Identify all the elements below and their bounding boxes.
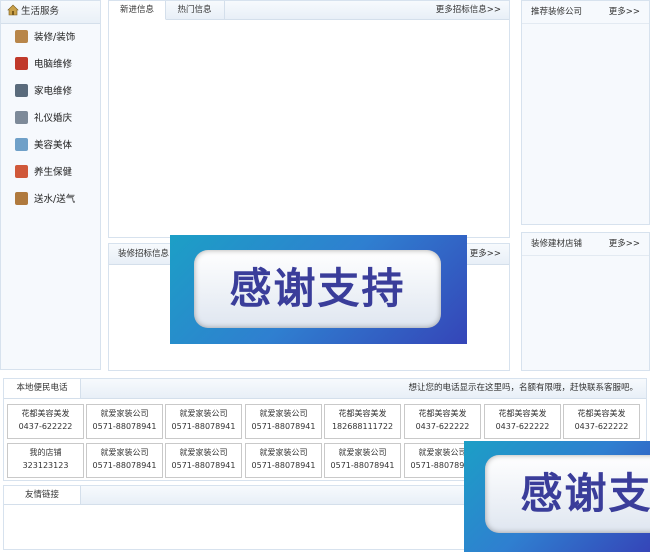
thanks-banner-text: 感谢支持 [194, 250, 441, 328]
phone-card-name: 花都美容美发 [21, 409, 70, 418]
sidebar-item-label: 养生保健 [34, 167, 73, 178]
sidebar-item-5[interactable]: 美容美体 [1, 132, 100, 159]
phone-card-name: 我的店铺 [29, 448, 62, 457]
phone-card-number: 0571-88078941 [251, 422, 316, 431]
life-service-title-text: 生活服务 [21, 6, 60, 17]
phone-card-name: 就爱家装公司 [100, 448, 149, 457]
sidebar-item-4[interactable]: 礼仪婚庆 [1, 105, 100, 132]
tender-more-link[interactable]: 更多>> [470, 244, 501, 264]
phone-card-name: 就爱家装公司 [100, 409, 149, 418]
sidebar-item-2[interactable]: 电脑维修 [1, 51, 100, 78]
phone-card-name: 就爱家装公司 [179, 448, 228, 457]
phone-card-name: 就爱家装公司 [338, 448, 387, 457]
wedding-icon [15, 111, 28, 124]
beauty-icon [15, 138, 28, 151]
tender-title: 装修招标信息 [118, 249, 170, 259]
sidebar-item-6[interactable]: 养生保健 [1, 159, 100, 186]
phone-card[interactable]: 就爱家装公司 0571-88078941 [86, 404, 163, 439]
phone-card[interactable]: 就爱家装公司 0571-88078941 [245, 443, 322, 478]
sidebar-item-label: 美容美体 [34, 140, 73, 151]
sidebar-item-label: 家电维修 [34, 86, 73, 97]
phone-card[interactable]: 就爱家装公司 0571-88078941 [245, 404, 322, 439]
links-title: 友情链接 [4, 486, 81, 504]
phone-card-number: 0571-88078941 [92, 422, 157, 431]
sidebar-item-label: 礼仪婚庆 [34, 113, 73, 124]
materials-more-link[interactable]: 更多>> [609, 233, 640, 255]
tab-new-info[interactable]: 新进信息 [109, 1, 166, 20]
phone-card-number: 0437-622222 [415, 422, 470, 431]
phone-card-number: 0437-622222 [495, 422, 550, 431]
phone-card-name: 就爱家装公司 [179, 409, 228, 418]
life-service-menu: 生活服务 装修/装饰电脑维修家电维修礼仪婚庆美容美体养生保健送水/送气 [0, 0, 101, 370]
phone-card-name: 花都美容美发 [418, 409, 467, 418]
phone-card-number: 182688111722 [331, 422, 394, 431]
phone-card-number: 0571-88078941 [171, 422, 236, 431]
phone-card-name: 花都美容美发 [338, 409, 387, 418]
sidebar-item-1[interactable]: 装修/装饰 [1, 24, 100, 51]
phones-header: 本地便民电话 想让您的电话显示在这里吗，名额有限哦，赶快联系客服吧。 [4, 379, 646, 399]
materials-header: 装修建材店铺 更多>> [522, 233, 649, 256]
phone-card[interactable]: 花都美容美发 0437-622222 [7, 404, 84, 439]
phone-card-number: 0571-88078941 [330, 461, 395, 470]
health-icon [15, 165, 28, 178]
thanks-banner-secondary-text: 感谢支持 [485, 455, 650, 533]
phone-card[interactable]: 花都美容美发 182688111722 [324, 404, 401, 439]
phone-card-name: 就爱家装公司 [259, 409, 308, 418]
phone-card[interactable]: 就爱家装公司 0571-88078941 [165, 443, 242, 478]
decoration-icon [15, 30, 28, 43]
phone-card[interactable]: 我的店铺 323123123 [7, 443, 84, 478]
sidebar-item-7[interactable]: 送水/送气 [1, 186, 100, 213]
materials-title: 装修建材店铺 [531, 239, 583, 249]
phone-card[interactable]: 花都美容美发 0437-622222 [484, 404, 561, 439]
tab-hot-info[interactable]: 热门信息 [165, 1, 225, 19]
person-icon [15, 57, 28, 70]
phone-card-number: 0437-622222 [18, 422, 73, 431]
phone-card-number: 0571-88078941 [171, 461, 236, 470]
recommended-title: 推荐装修公司 [531, 7, 583, 17]
appliance-icon [15, 84, 28, 97]
sidebar-item-label: 装修/装饰 [34, 32, 76, 43]
delivery-icon [15, 192, 28, 205]
news-tab-bar: 新进信息 热门信息 更多招标信息>> [109, 1, 509, 20]
house-icon [7, 3, 19, 16]
thanks-banner: 感谢支持 [170, 235, 467, 344]
phone-card[interactable]: 花都美容美发 0437-622222 [563, 404, 640, 439]
phone-card-number: 0437-622222 [574, 422, 629, 431]
more-tender-link[interactable]: 更多招标信息>> [436, 1, 501, 19]
materials-stores-panel: 装修建材店铺 更多>> [521, 232, 650, 371]
sidebar-item-3[interactable]: 家电维修 [1, 78, 100, 105]
life-service-title: 生活服务 [1, 1, 100, 24]
phone-card-name: 花都美容美发 [498, 409, 547, 418]
recommended-more-link[interactable]: 更多>> [609, 1, 640, 23]
recommended-companies-panel: 推荐装修公司 更多>> [521, 0, 650, 225]
news-panel: 新进信息 热门信息 更多招标信息>> [108, 0, 510, 238]
phone-card[interactable]: 就爱家装公司 0571-88078941 [165, 404, 242, 439]
sidebar-item-label: 送水/送气 [34, 194, 76, 205]
phone-card-number: 323123123 [22, 461, 69, 470]
sidebar-item-label: 电脑维修 [34, 59, 73, 70]
phone-card[interactable]: 就爱家装公司 0571-88078941 [324, 443, 401, 478]
thanks-banner-secondary: 感谢支持 [464, 441, 650, 552]
phone-card-number: 0571-88078941 [251, 461, 316, 470]
phone-card[interactable]: 花都美容美发 0437-622222 [404, 404, 481, 439]
phones-title: 本地便民电话 [4, 379, 81, 398]
phone-card-number: 0571-88078941 [92, 461, 157, 470]
phones-notice: 想让您的电话显示在这里吗，名额有限哦，赶快联系客服吧。 [408, 383, 638, 393]
phone-card-name: 花都美容美发 [577, 409, 626, 418]
phone-card-name: 就爱家装公司 [259, 448, 308, 457]
recommended-header: 推荐装修公司 更多>> [522, 1, 649, 24]
phone-card[interactable]: 就爱家装公司 0571-88078941 [86, 443, 163, 478]
